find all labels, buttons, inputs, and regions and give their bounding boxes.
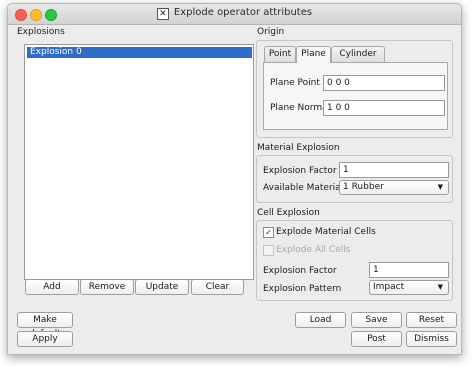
save-button[interactable]: Save: [351, 312, 402, 328]
clear-button[interactable]: Clear: [191, 279, 244, 295]
available-materials-label: Available Materials: [263, 183, 348, 193]
available-materials-select[interactable]: 1 Rubber ▼: [339, 180, 449, 195]
dialog-window: ✕ Explode operator attributes Explosions …: [7, 3, 462, 355]
window-title: Explode operator attributes: [173, 7, 313, 18]
available-materials-value: 1 Rubber: [343, 182, 384, 192]
tab-plane[interactable]: Plane: [296, 46, 331, 63]
window-title-wrap: ✕ Explode operator attributes: [8, 7, 461, 20]
plane-normal-field[interactable]: 1 0 0: [323, 100, 445, 116]
add-button[interactable]: Add: [25, 279, 79, 295]
plane-tab-panel: [263, 62, 448, 130]
apply-button[interactable]: Apply: [17, 331, 73, 347]
cell-explosion-factor-label: Explosion Factor: [263, 266, 337, 276]
cell-explosion-label: Cell Explosion: [257, 208, 320, 218]
plane-point-field[interactable]: 0 0 0: [323, 75, 445, 91]
remove-button[interactable]: Remove: [80, 279, 134, 295]
material-explosion-label: Material Explosion: [257, 143, 340, 153]
update-button[interactable]: Update: [135, 279, 189, 295]
explode-material-cells-label: Explode Material Cells: [276, 227, 376, 237]
x-window-icon: ✕: [156, 8, 169, 20]
explode-all-cells-label: Explode All Cells: [276, 245, 351, 255]
explosion-pattern-value: Impact: [373, 282, 405, 292]
material-explosion-factor-field[interactable]: 1: [339, 162, 449, 178]
explosion-pattern-select[interactable]: Impact ▼: [369, 280, 449, 295]
reset-button[interactable]: Reset: [406, 312, 457, 328]
post-button[interactable]: Post: [351, 331, 402, 347]
list-item[interactable]: Explosion 0: [27, 47, 252, 58]
material-explosion-factor-label: Explosion Factor: [263, 166, 337, 176]
explode-material-cells-checkbox[interactable]: ✓: [263, 227, 274, 238]
explode-all-cells-checkbox[interactable]: [263, 245, 274, 256]
dismiss-button[interactable]: Dismiss: [406, 331, 457, 347]
origin-label: Origin: [257, 27, 285, 37]
explosion-pattern-label: Explosion Pattern: [263, 284, 342, 294]
dropdown-arrow-icon: ▼: [437, 283, 443, 291]
plane-normal-label: Plane Normal: [270, 103, 331, 113]
load-button[interactable]: Load: [295, 312, 346, 328]
tab-point[interactable]: Point: [264, 46, 296, 62]
tab-cylinder[interactable]: Cylinder: [331, 46, 385, 62]
explosions-label: Explosions: [17, 27, 65, 37]
title-bar[interactable]: ✕ Explode operator attributes: [8, 4, 461, 25]
cell-explosion-factor-field[interactable]: 1: [369, 262, 449, 278]
make-default-button[interactable]: Make default: [17, 312, 73, 339]
plane-point-label: Plane Point: [270, 78, 320, 88]
explosions-list[interactable]: Explosion 0: [24, 44, 254, 280]
dropdown-arrow-icon: ▼: [437, 183, 443, 191]
